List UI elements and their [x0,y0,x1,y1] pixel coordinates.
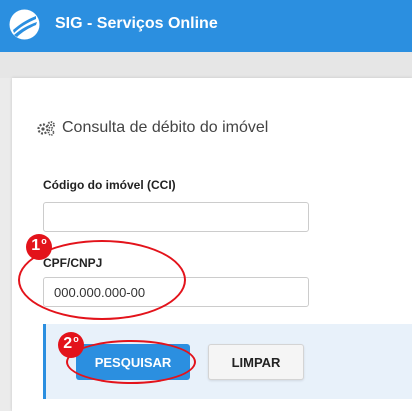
clear-button[interactable]: LIMPAR [208,344,304,380]
step1-ordinal: o [41,236,47,246]
page-title-text: Consulta de débito do imóvel [62,119,269,136]
header-strip [0,52,412,78]
page-title: Consulta de débito do imóvel [36,119,268,137]
step2-ordinal: o [73,334,79,344]
cci-input[interactable] [43,202,309,232]
app-title: SIG - Serviços Online [55,15,218,32]
gears-icon [37,121,55,136]
top-bar: SIG - Serviços Online [0,0,412,52]
step2-number: 2 [63,335,73,352]
cci-label: Código do imóvel (CCI) [43,178,176,192]
app-logo-icon [9,9,40,40]
step2-badge: 2o [58,332,84,358]
step1-number: 1 [31,237,41,254]
step2-highlight-ring [66,340,196,384]
step1-badge: 1o [26,234,52,260]
